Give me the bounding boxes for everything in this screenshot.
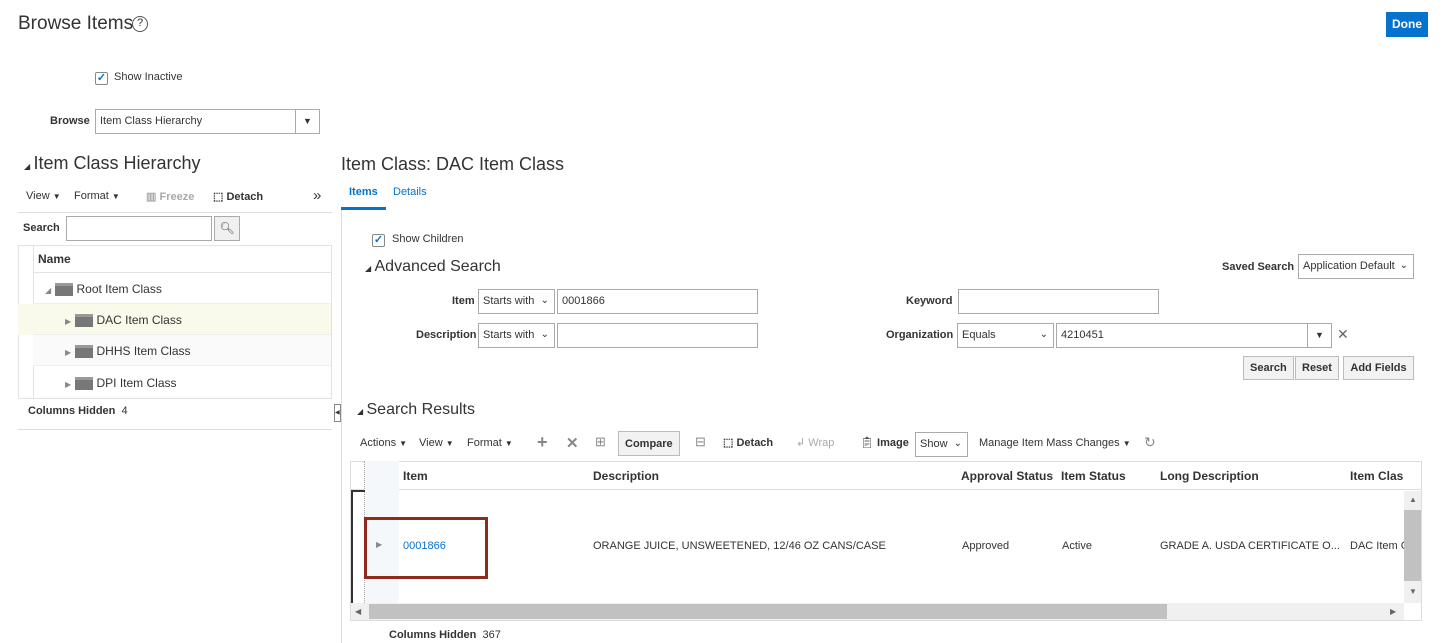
search-results-title: Search Results xyxy=(366,401,476,418)
manage-mass-changes-menu[interactable]: Manage Item Mass Changes ▼ xyxy=(979,437,1131,449)
view-menu[interactable]: View ▼ xyxy=(419,437,454,449)
folder-icon xyxy=(74,314,93,328)
wrap-icon: ↲ xyxy=(796,437,806,449)
column-header-approval-status[interactable]: Approval Status xyxy=(961,469,1053,483)
description-input[interactable] xyxy=(557,323,758,348)
keyword-input[interactable] xyxy=(958,289,1159,314)
name-column-header[interactable]: Name xyxy=(38,252,71,266)
show-inactive-label: Show Inactive xyxy=(114,71,183,83)
freeze-icon: ▥ xyxy=(146,191,157,203)
show-inactive-checkbox[interactable]: ✓ xyxy=(95,72,108,85)
tree-node-dpi[interactable]: ▶ DPI Item Class xyxy=(33,367,331,398)
column-header-description[interactable]: Description xyxy=(593,469,659,483)
highlight-box xyxy=(364,517,488,579)
folder-icon xyxy=(74,377,93,391)
clipboard-icon: 📋︎ xyxy=(860,437,874,449)
detach-icon: ⬚ xyxy=(723,437,734,449)
collapse-icon[interactable]: ◢ xyxy=(365,264,371,273)
tree-node-dac[interactable]: ▶ DAC Item Class xyxy=(33,304,331,335)
folder-icon xyxy=(54,283,73,297)
column-header-item-status[interactable]: Item Status xyxy=(1061,469,1126,483)
tree-node-dhhs[interactable]: ▶ DHHS Item Class xyxy=(33,335,331,366)
chevron-down-icon: ⌄ xyxy=(953,438,962,449)
format-menu[interactable]: Format ▼ xyxy=(74,190,120,202)
page-title: Browse Items xyxy=(18,13,134,34)
item-input[interactable]: 0001866 xyxy=(557,289,758,314)
filter-icon[interactable]: ⊟ xyxy=(695,434,706,450)
tree-node-root[interactable]: ◢ Root Item Class xyxy=(33,273,331,304)
reset-button[interactable]: Reset xyxy=(1295,356,1339,380)
item-class-title: Item Class: DAC Item Class xyxy=(341,154,565,174)
horizontal-scrollbar[interactable]: ◀ ▶ xyxy=(351,603,1404,620)
collapse-icon[interactable]: ◢ xyxy=(357,407,363,416)
browse-value: Item Class Hierarchy xyxy=(100,115,203,127)
columns-hidden-right: Columns Hidden 367 xyxy=(389,629,501,641)
organization-select[interactable]: 4210451 ▼ xyxy=(1056,323,1332,348)
detach-button[interactable]: ⬚ Detach xyxy=(213,190,263,203)
detach-icon: ⬚ xyxy=(213,191,224,203)
clear-icon[interactable]: ✕ xyxy=(1337,326,1349,343)
dropdown-arrow-icon[interactable]: ▼ xyxy=(1307,324,1331,347)
table-row-item-status: Active xyxy=(1062,540,1092,552)
refresh-icon[interactable]: ↻ xyxy=(1144,434,1156,451)
tab-details[interactable]: Details xyxy=(393,186,427,198)
overflow-icon[interactable]: » xyxy=(313,187,321,204)
show-select[interactable]: Show ⌄ xyxy=(915,432,968,457)
help-icon[interactable]: ? xyxy=(132,16,148,32)
search-icon[interactable]: 🔍︎ xyxy=(214,216,240,241)
columns-hidden-left: Columns Hidden 4 xyxy=(28,405,128,417)
add-fields-button[interactable]: Add Fields xyxy=(1343,356,1414,380)
description-label: Description xyxy=(416,329,477,341)
organization-operator-select[interactable]: Equals ⌄ xyxy=(957,323,1054,348)
column-header-item-class[interactable]: Item Class xyxy=(1350,469,1404,483)
show-children-checkbox[interactable]: ✓ xyxy=(372,234,385,247)
advanced-search-title: Advanced Search xyxy=(374,258,501,275)
browse-select[interactable]: Item Class Hierarchy ▼ xyxy=(95,109,320,134)
browse-label: Browse xyxy=(50,115,90,127)
delete-icon[interactable]: ✕ xyxy=(566,434,579,452)
saved-search-label: Saved Search xyxy=(1222,261,1295,273)
item-label: Item xyxy=(452,295,475,307)
column-header-long-description[interactable]: Long Description xyxy=(1160,469,1259,483)
saved-search-select[interactable]: Application Default ⌄ xyxy=(1298,254,1414,279)
hierarchy-search-label: Search xyxy=(23,222,60,234)
compare-button[interactable]: Compare xyxy=(618,431,680,456)
chevron-down-icon: ⌄ xyxy=(540,295,549,306)
table-row-long-description: GRADE A. USDA CERTIFICATE O... xyxy=(1160,540,1340,552)
add-icon[interactable]: + xyxy=(537,432,548,453)
actions-menu[interactable]: Actions ▼ xyxy=(360,437,407,449)
splitter-collapse-handle[interactable]: ◀ xyxy=(334,404,341,422)
wrap-button[interactable]: ↲ Wrap xyxy=(796,436,834,449)
tab-items[interactable]: Items xyxy=(349,186,378,198)
keyword-label: Keyword xyxy=(906,295,953,307)
chevron-down-icon: ⌄ xyxy=(1399,260,1408,271)
table-row-description: ORANGE JUICE, UNSWEETENED, 12/46 OZ CANS… xyxy=(593,540,886,552)
column-header-item[interactable]: Item xyxy=(403,469,428,483)
chevron-down-icon: ⌄ xyxy=(1039,329,1048,340)
format-menu[interactable]: Format ▼ xyxy=(467,437,513,449)
freeze-button[interactable]: ▥ Freeze xyxy=(146,190,194,203)
table-row-approval-status: Approved xyxy=(962,540,1010,552)
folder-icon xyxy=(74,345,93,359)
collapse-icon[interactable]: ◢ xyxy=(24,162,30,171)
item-operator-select[interactable]: Starts with ⌄ xyxy=(478,289,555,314)
view-menu[interactable]: View ▼ xyxy=(26,190,61,202)
image-button[interactable]: 📋︎ Image xyxy=(860,436,909,449)
table-row-item-class: DAC Item C xyxy=(1350,540,1404,552)
chevron-down-icon: ⌄ xyxy=(540,329,549,340)
description-operator-select[interactable]: Starts with ⌄ xyxy=(478,323,555,348)
vertical-scrollbar[interactable]: ▲ ▼ xyxy=(1404,491,1421,603)
detach-button[interactable]: ⬚ Detach xyxy=(723,436,773,449)
hierarchy-search-input[interactable] xyxy=(66,216,212,241)
show-children-label: Show Children xyxy=(392,233,464,245)
search-button[interactable]: Search xyxy=(1243,356,1294,380)
hierarchy-title: Item Class Hierarchy xyxy=(33,153,201,173)
dropdown-arrow-icon[interactable]: ▼ xyxy=(295,110,319,133)
organization-label: Organization xyxy=(886,329,954,341)
done-button[interactable]: Done xyxy=(1386,12,1428,37)
columns-icon[interactable]: ⊞ xyxy=(595,434,606,450)
